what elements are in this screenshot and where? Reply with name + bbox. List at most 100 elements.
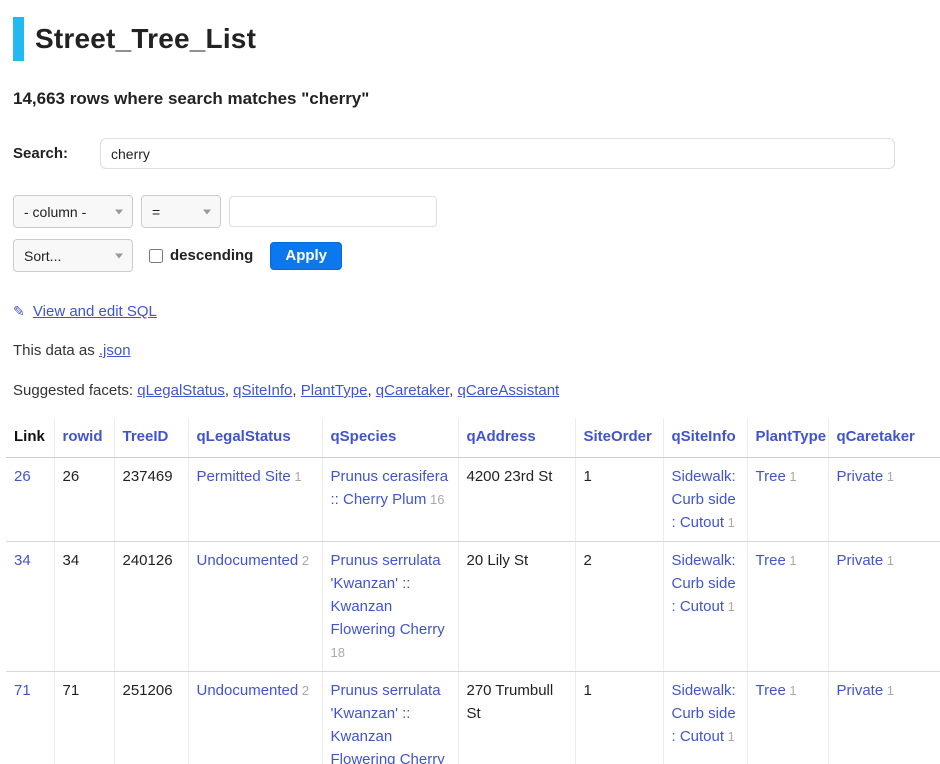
row-link[interactable]: 71 xyxy=(14,682,31,699)
table-cell: 20 Lily St xyxy=(458,542,575,672)
table-cell: Tree 1 xyxy=(747,542,828,672)
column-header-rowid[interactable]: rowid xyxy=(54,418,114,458)
sql-line: ✎ View and edit SQL xyxy=(13,303,940,320)
table-cell: Sidewalk: Curb side : Cutout 1 xyxy=(663,672,747,764)
filter-value-input[interactable] xyxy=(229,196,437,227)
column-header-SiteOrder[interactable]: SiteOrder xyxy=(575,418,663,458)
table-cell: Tree 1 xyxy=(747,458,828,542)
column-header-qAddress[interactable]: qAddress xyxy=(458,418,575,458)
column-sort-link[interactable]: TreeID xyxy=(123,428,169,445)
facet-count: 1 xyxy=(724,515,735,530)
table-cell: 1 xyxy=(575,672,663,764)
column-sort-link[interactable]: qLegalStatus xyxy=(197,428,291,445)
table-row: 7171251206Undocumented 2Prunus serrulata… xyxy=(6,672,940,764)
sort-select-wrap: Sort... xyxy=(13,239,133,272)
column-select-wrap: - column - xyxy=(13,195,133,228)
facet-count: 1 xyxy=(883,469,894,484)
table-cell: Undocumented 2 xyxy=(188,542,322,672)
column-header-qLegalStatus[interactable]: qLegalStatus xyxy=(188,418,322,458)
table-cell: Private 1 xyxy=(828,542,940,672)
facet-value-link[interactable]: Private xyxy=(837,468,884,485)
table-cell: 270 Trumbull St xyxy=(458,672,575,764)
facet-count: 1 xyxy=(724,599,735,614)
facet-count: 1 xyxy=(786,683,797,698)
facet-count: 2 xyxy=(298,683,309,698)
facet-link-qLegalStatus[interactable]: qLegalStatus xyxy=(137,382,225,399)
facet-value-link[interactable]: Tree xyxy=(756,682,786,699)
table-cell: 251206 xyxy=(114,672,188,764)
facet-count: 2 xyxy=(298,553,309,568)
data-as-prefix: This data as xyxy=(13,342,99,359)
pencil-icon: ✎ xyxy=(13,303,25,319)
facet-count: 1 xyxy=(883,553,894,568)
facet-value-link[interactable]: Prunus serrulata 'Kwanzan' :: Kwanzan Fl… xyxy=(331,682,445,764)
column-sort-link[interactable]: qAddress xyxy=(467,428,536,445)
data-export-line: This data as .json xyxy=(13,342,940,359)
table-cell: Prunus cerasifera :: Cherry Plum 16 xyxy=(322,458,458,542)
facet-link-qCaretaker[interactable]: qCaretaker xyxy=(376,382,449,399)
table-body: 2626237469Permitted Site 1Prunus cerasif… xyxy=(6,458,940,764)
facet-count: 1 xyxy=(786,553,797,568)
facets-prefix: Suggested facets: xyxy=(13,382,137,399)
facet-value-link[interactable]: Private xyxy=(837,682,884,699)
row-count-summary: 14,663 rows where search matches "cherry… xyxy=(13,89,940,109)
row-link[interactable]: 34 xyxy=(14,552,31,569)
facet-value-link[interactable]: Permitted Site xyxy=(197,468,291,485)
table-cell: 71 xyxy=(54,672,114,764)
filter-form: - column - = xyxy=(13,195,940,228)
column-header-qCaretaker[interactable]: qCaretaker xyxy=(828,418,940,458)
table-cell: Prunus serrulata 'Kwanzan' :: Kwanzan Fl… xyxy=(322,542,458,672)
row-link[interactable]: 26 xyxy=(14,468,31,485)
column-header-TreeID[interactable]: TreeID xyxy=(114,418,188,458)
column-sort-link[interactable]: SiteOrder xyxy=(584,428,652,445)
facet-link-PlantType[interactable]: PlantType xyxy=(301,382,368,399)
search-input[interactable] xyxy=(100,138,895,169)
table-cell: Private 1 xyxy=(828,672,940,764)
facet-value-link[interactable]: Undocumented xyxy=(197,552,299,569)
facet-count: 18 xyxy=(331,645,345,660)
facet-links: qLegalStatus, qSiteInfo, PlantType, qCar… xyxy=(137,382,559,399)
descending-checkbox[interactable] xyxy=(149,249,163,263)
table-cell: 26 xyxy=(6,458,54,542)
column-sort-link[interactable]: qSpecies xyxy=(331,428,397,445)
column-sort-link[interactable]: PlantType xyxy=(756,428,827,445)
apply-button[interactable]: Apply xyxy=(270,242,342,270)
descending-label: descending xyxy=(170,247,253,264)
table-cell: 237469 xyxy=(114,458,188,542)
facet-value-link[interactable]: Private xyxy=(837,552,884,569)
column-sort-link[interactable]: rowid xyxy=(63,428,103,445)
facet-value-link[interactable]: Undocumented xyxy=(197,682,299,699)
facet-value-link[interactable]: Tree xyxy=(756,468,786,485)
table-cell: 34 xyxy=(54,542,114,672)
facet-value-link[interactable]: Prunus serrulata 'Kwanzan' :: Kwanzan Fl… xyxy=(331,552,445,638)
table-head: LinkrowidTreeIDqLegalStatusqSpeciesqAddr… xyxy=(6,418,940,458)
facet-count: 1 xyxy=(883,683,894,698)
table-cell: 4200 23rd St xyxy=(458,458,575,542)
table-row: 2626237469Permitted Site 1Prunus cerasif… xyxy=(6,458,940,542)
facet-value-link[interactable]: Tree xyxy=(756,552,786,569)
column-header-qSiteInfo[interactable]: qSiteInfo xyxy=(663,418,747,458)
table-cell: Permitted Site 1 xyxy=(188,458,322,542)
column-header-PlantType[interactable]: PlantType xyxy=(747,418,828,458)
table-cell: Prunus serrulata 'Kwanzan' :: Kwanzan Fl… xyxy=(322,672,458,764)
column-sort-link[interactable]: qSiteInfo xyxy=(672,428,736,445)
table-row: 3434240126Undocumented 2Prunus serrulata… xyxy=(6,542,940,672)
page-title-block: Street_Tree_List xyxy=(13,17,940,61)
table-cell: 240126 xyxy=(114,542,188,672)
table-cell: 71 xyxy=(6,672,54,764)
table-cell: 1 xyxy=(575,458,663,542)
facet-count: 16 xyxy=(426,492,444,507)
view-edit-sql-link[interactable]: View and edit SQL xyxy=(33,303,157,320)
column-select[interactable]: - column - xyxy=(13,195,133,228)
json-link[interactable]: .json xyxy=(99,342,131,359)
facet-link-qSiteInfo[interactable]: qSiteInfo xyxy=(233,382,292,399)
sort-select[interactable]: Sort... xyxy=(13,239,133,272)
operator-select[interactable]: = xyxy=(141,195,221,228)
facet-link-qCareAssistant[interactable]: qCareAssistant xyxy=(458,382,560,399)
search-form: Search: xyxy=(13,138,940,169)
facet-count: 1 xyxy=(786,469,797,484)
operator-select-wrap: = xyxy=(141,195,221,228)
column-sort-link[interactable]: qCaretaker xyxy=(837,428,915,445)
results-table: LinkrowidTreeIDqLegalStatusqSpeciesqAddr… xyxy=(6,418,940,764)
column-header-qSpecies[interactable]: qSpecies xyxy=(322,418,458,458)
